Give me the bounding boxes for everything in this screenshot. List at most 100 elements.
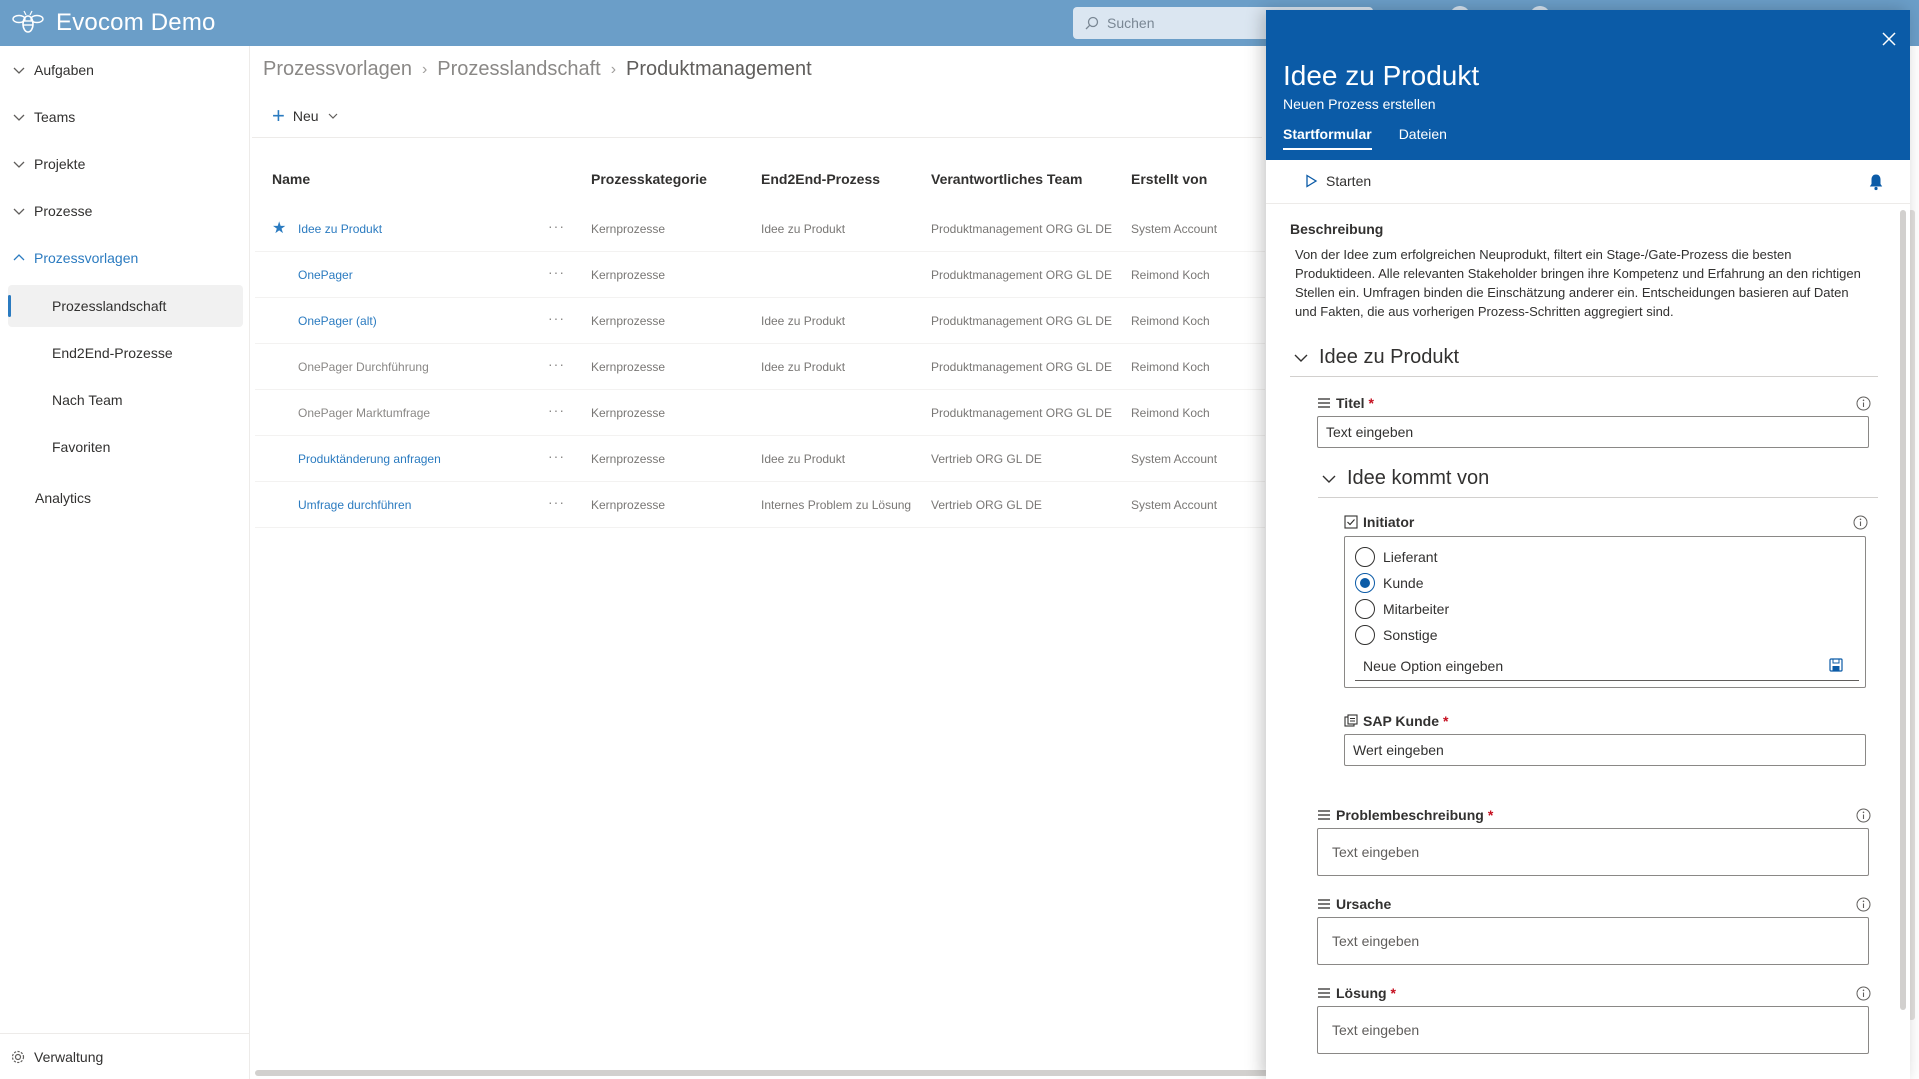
- chevron-down-icon: [1322, 475, 1336, 483]
- row-name[interactable]: OnePager Marktumfrage: [298, 406, 430, 420]
- sidebar-item-label: End2End-Prozesse: [52, 345, 173, 361]
- row-category: Kernprozesse: [591, 452, 666, 466]
- table-row[interactable]: OnePager (alt) ··· Kernprozesse Idee zu …: [255, 298, 1265, 344]
- sidebar-item-aufgaben[interactable]: Aufgaben: [0, 50, 250, 90]
- sidebar-item-end2end-prozesse[interactable]: End2End-Prozesse: [8, 332, 243, 374]
- breadcrumb-item[interactable]: Prozessvorlagen: [263, 58, 412, 81]
- info-icon[interactable]: [1856, 897, 1871, 912]
- search-placeholder: Suchen: [1107, 15, 1155, 31]
- more-icon[interactable]: ···: [548, 218, 565, 234]
- section-idee-kommt-von[interactable]: Idee kommt von: [1321, 467, 1489, 490]
- more-icon[interactable]: ···: [548, 402, 565, 418]
- breadcrumb-item[interactable]: Prozesslandschaft: [437, 58, 600, 81]
- tab-dateien[interactable]: Dateien: [1399, 126, 1447, 150]
- start-button[interactable]: Starten: [1304, 173, 1371, 189]
- chevron-down-icon: [1294, 354, 1308, 362]
- chevron-right-icon: ›: [421, 60, 428, 78]
- radio-circle: [1355, 547, 1375, 567]
- more-icon[interactable]: ···: [548, 494, 565, 510]
- radio-circle: [1355, 625, 1375, 645]
- sidebar-item-nach-team[interactable]: Nach Team: [8, 379, 243, 421]
- more-icon[interactable]: ···: [548, 310, 565, 326]
- sidebar-item-label: Favoriten: [52, 439, 111, 455]
- section-title: Idee zu Produkt: [1319, 346, 1460, 368]
- field-label-text: Lösung: [1336, 985, 1387, 1001]
- row-team: Produktmanagement ORG GL DE: [931, 360, 1112, 374]
- sidebar-item-prozesslandschaft[interactable]: Prozesslandschaft: [8, 285, 243, 327]
- column-header-e2e[interactable]: End2End-Prozess: [761, 171, 880, 187]
- info-icon[interactable]: [1853, 515, 1868, 530]
- sidebar-item-label: Projekte: [34, 156, 86, 172]
- row-name[interactable]: Produktänderung anfragen: [298, 452, 441, 466]
- title-input[interactable]: Text eingeben: [1317, 416, 1869, 448]
- sidebar-item-label: Prozessvorlagen: [34, 250, 139, 266]
- info-icon[interactable]: [1856, 396, 1871, 411]
- sidebar-item-analytics[interactable]: Analytics: [35, 490, 91, 506]
- radio-mitarbeiter[interactable]: Mitarbeiter: [1355, 599, 1449, 619]
- cause-textarea[interactable]: Text eingeben: [1317, 917, 1869, 965]
- new-option-input[interactable]: Neue Option eingeben: [1363, 658, 1503, 674]
- save-icon[interactable]: [1828, 657, 1844, 673]
- row-creator: Reimond Koch: [1131, 268, 1210, 282]
- solution-textarea[interactable]: Text eingeben: [1317, 1006, 1869, 1054]
- row-name[interactable]: Idee zu Produkt: [298, 222, 382, 236]
- table-row[interactable]: OnePager Durchführung ··· Kernprozesse I…: [255, 344, 1265, 390]
- row-name[interactable]: OnePager (alt): [298, 314, 377, 328]
- table-row[interactable]: Umfrage durchführen ··· Kernprozesse Int…: [255, 482, 1265, 528]
- field-label-text: Initiator: [1363, 514, 1415, 530]
- start-button-label: Starten: [1326, 173, 1372, 189]
- sidebar-item-label: Teams: [34, 109, 76, 125]
- chevron-up-icon: [13, 254, 25, 261]
- sidebar-item-teams[interactable]: Teams: [0, 97, 250, 137]
- radio-circle: [1355, 599, 1375, 619]
- radio-lieferant[interactable]: Lieferant: [1355, 547, 1437, 567]
- sidebar-item-prozessvorlagen[interactable]: Prozessvorlagen: [0, 238, 250, 278]
- section-title: Idee kommt von: [1347, 467, 1490, 489]
- initiator-options-box: Lieferant Kunde Mitarbeiter Sonstige Neu…: [1344, 536, 1866, 688]
- column-header-creator[interactable]: Erstellt von: [1131, 171, 1207, 187]
- sap-customer-input[interactable]: Wert eingeben: [1344, 734, 1866, 766]
- panel-scrollbar[interactable]: [1900, 210, 1906, 1010]
- sidebar-item-projekte[interactable]: Projekte: [0, 144, 250, 184]
- column-header-category[interactable]: Prozesskategorie: [591, 171, 707, 187]
- table-row[interactable]: OnePager Marktumfrage ··· Kernprozesse P…: [255, 390, 1265, 436]
- radio-label: Lieferant: [1383, 549, 1438, 565]
- sidebar-item-label: Prozesse: [34, 203, 93, 219]
- panel-tabs: Startformular Dateien: [1283, 126, 1447, 150]
- breadcrumb: Prozessvorlagen › Prozesslandschaft › Pr…: [263, 58, 812, 81]
- new-button[interactable]: + Neu: [272, 104, 339, 127]
- star-icon[interactable]: ★: [272, 218, 286, 238]
- table-row[interactable]: Produktänderung anfragen ··· Kernprozess…: [255, 436, 1265, 482]
- required-mark: *: [1390, 985, 1396, 1001]
- radio-kunde[interactable]: Kunde: [1355, 573, 1423, 593]
- row-name[interactable]: Umfrage durchführen: [298, 498, 411, 512]
- column-header-name[interactable]: Name: [272, 171, 310, 187]
- more-icon[interactable]: ···: [548, 356, 565, 372]
- row-name[interactable]: OnePager Durchführung: [298, 360, 429, 374]
- bell-icon[interactable]: [1868, 173, 1884, 191]
- problem-textarea[interactable]: Text eingeben: [1317, 828, 1869, 876]
- tab-startformular[interactable]: Startformular: [1283, 126, 1372, 150]
- more-icon[interactable]: ···: [548, 264, 565, 280]
- row-name[interactable]: OnePager: [298, 268, 353, 282]
- gear-icon: [11, 1050, 25, 1063]
- radio-label: Kunde: [1383, 575, 1424, 591]
- close-icon[interactable]: [1878, 28, 1900, 50]
- table-row[interactable]: ★ Idee zu Produkt ··· Kernprozesse Idee …: [255, 206, 1265, 252]
- sidebar-item-prozesse[interactable]: Prozesse: [0, 191, 250, 231]
- description-text: Von der Idee zum erfolgreichen Neuproduk…: [1295, 247, 1861, 319]
- info-icon[interactable]: [1856, 808, 1871, 823]
- column-header-team[interactable]: Verantwortliches Team: [931, 171, 1082, 187]
- new-button-label: Neu: [292, 107, 319, 124]
- row-category: Kernprozesse: [591, 314, 666, 328]
- section-idee-zu-produkt[interactable]: Idee zu Produkt: [1293, 346, 1459, 369]
- sidebar-item-favoriten[interactable]: Favoriten: [8, 426, 243, 468]
- more-icon[interactable]: ···: [548, 448, 565, 464]
- sidebar-item-verwaltung[interactable]: Verwaltung: [0, 1033, 250, 1079]
- app-logo[interactable]: Evocom Demo: [0, 9, 216, 37]
- row-category: Kernprozesse: [591, 406, 666, 420]
- info-icon[interactable]: [1856, 986, 1871, 1001]
- table-row[interactable]: OnePager ··· Kernprozesse Produktmanagem…: [255, 252, 1265, 298]
- row-creator: Reimond Koch: [1131, 360, 1210, 374]
- radio-sonstige[interactable]: Sonstige: [1355, 625, 1437, 645]
